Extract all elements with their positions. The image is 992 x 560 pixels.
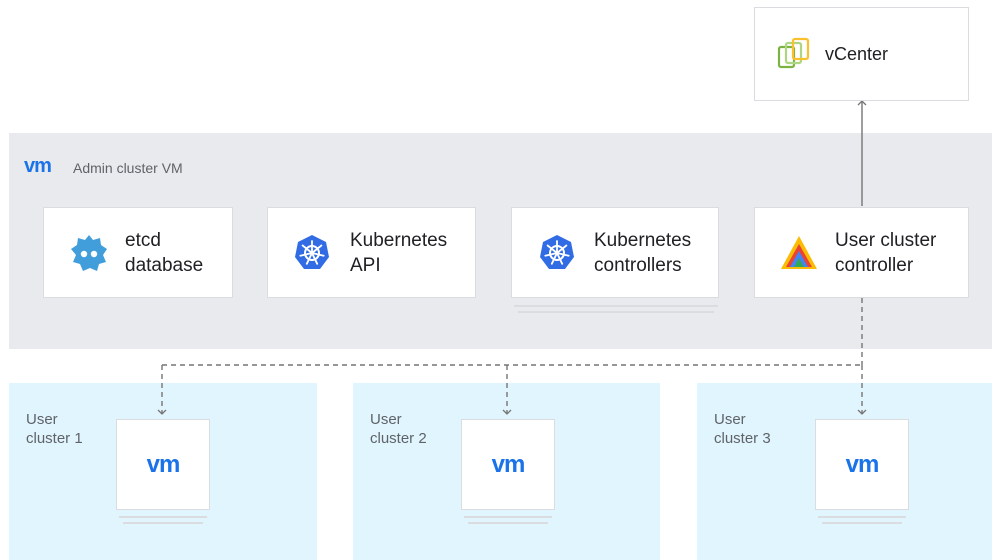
user-cluster-controller-label-line1: User cluster	[835, 229, 937, 251]
etcd-database-card: etcd database	[43, 207, 233, 298]
user-cluster-controller-label-line2: controller	[835, 254, 914, 276]
vcenter-card: vCenter	[754, 7, 969, 101]
user-cluster-2-label-line1: User	[370, 411, 402, 428]
user-cluster-1-stack-line-2	[123, 522, 203, 524]
kubernetes-controllers-label-line1: Kubernetes	[594, 229, 692, 251]
user-cluster-3-stack-line-1	[818, 516, 906, 518]
admin-cluster-label: Admin cluster VM	[73, 160, 183, 176]
controllers-stack-line-1	[514, 305, 718, 307]
kubernetes-api-label-line1: Kubernetes	[350, 229, 448, 251]
user-cluster-1-vm-card: vm	[116, 419, 210, 510]
user-cluster-2-label-line2: cluster 2	[370, 430, 427, 447]
user-cluster-3-label: User cluster 3	[714, 410, 771, 448]
user-cluster-1-stack-line-1	[119, 516, 207, 518]
vcenter-label: vCenter	[825, 43, 889, 64]
vm-logo: vm	[491, 450, 526, 478]
user-cluster-controller-label: User cluster controller	[835, 228, 936, 278]
kubernetes-api-label: Kubernetes API	[350, 228, 447, 278]
user-cluster-1-label: User cluster 1	[26, 410, 83, 448]
etcd-label-line2: database	[125, 254, 204, 276]
user-cluster-3-stack-line-2	[822, 522, 902, 524]
user-cluster-3-label-line1: User	[714, 411, 746, 428]
etcd-label-line1: etcd	[125, 229, 161, 251]
kubernetes-api-card: Kubernetes API	[267, 207, 476, 298]
kubernetes-controllers-card: Kubernetes controllers	[511, 207, 719, 298]
user-cluster-controller-card: User cluster controller	[754, 207, 969, 298]
anthos-icon	[779, 233, 819, 273]
user-cluster-1-label-line1: User	[26, 411, 58, 428]
etcd-label: etcd database	[125, 228, 203, 278]
kubernetes-controllers-label: Kubernetes controllers	[594, 228, 691, 278]
controllers-stack-line-2	[518, 311, 714, 313]
etcd-icon	[69, 233, 109, 273]
user-cluster-1-label-line2: cluster 1	[26, 430, 83, 447]
vm-logo: vm	[845, 450, 880, 478]
user-cluster-2-label: User cluster 2	[370, 410, 427, 448]
kubernetes-icon	[292, 233, 332, 273]
kubernetes-api-label-line2: API	[350, 254, 381, 276]
vsphere-icon	[777, 35, 815, 73]
user-cluster-2-stack-line-2	[468, 522, 548, 524]
user-cluster-3-vm-card: vm	[815, 419, 909, 510]
kubernetes-icon	[537, 233, 577, 273]
admin-vm-logo: vm	[24, 155, 52, 177]
kubernetes-controllers-label-line2: controllers	[594, 254, 682, 276]
user-cluster-2-vm-card: vm	[461, 419, 555, 510]
user-cluster-3-label-line2: cluster 3	[714, 430, 771, 447]
vm-logo: vm	[146, 450, 181, 478]
user-cluster-2-stack-line-1	[464, 516, 552, 518]
